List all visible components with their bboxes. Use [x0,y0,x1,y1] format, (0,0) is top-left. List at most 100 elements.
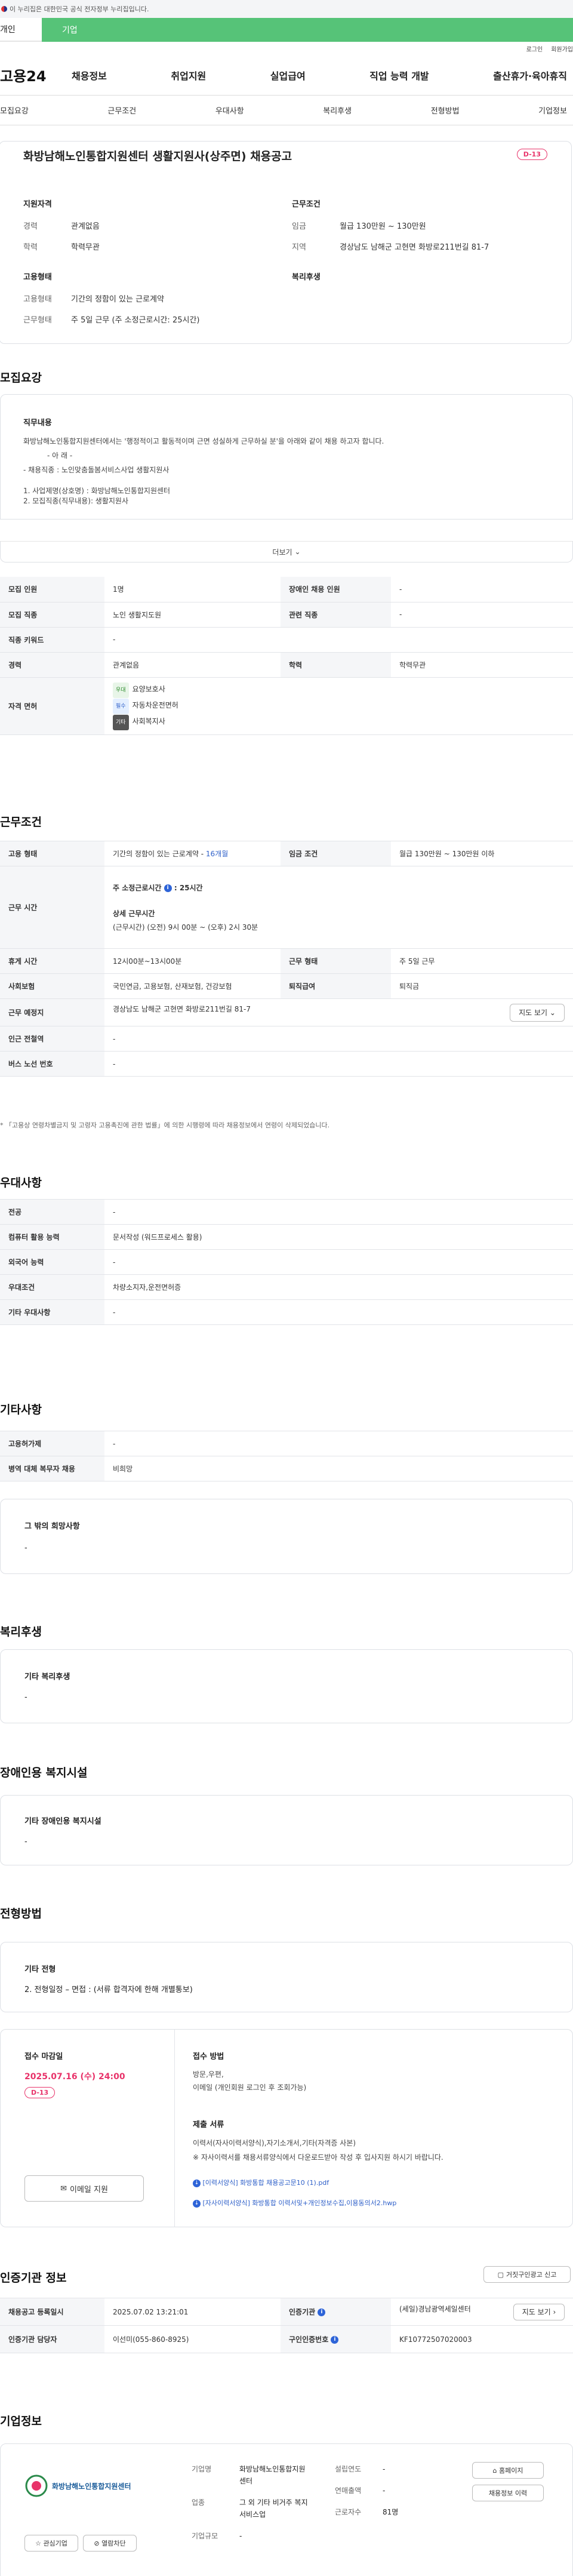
box-title: 기타 장애인용 복지시설 [24,1817,101,1826]
cell-value: 퇴직금 [391,973,573,999]
box-value: - [24,1693,27,1702]
info-icon[interactable]: i [331,2336,339,2344]
work-heading: 근무조건 [0,816,42,829]
deadline-value: 2025.07.16 (수) 24:00 [24,2072,125,2082]
join-link[interactable]: 회원가입 [551,44,573,53]
file-link[interactable]: ↓ [이력서양식] 화방통합 채용공고문10 (1).pdf [193,2173,396,2193]
cell-key: 직종 키워드 [0,627,104,653]
emp-title: 고용형태 [23,273,52,282]
more-button[interactable]: 더보기 ⌄ [0,541,573,562]
login-link[interactable]: 로그인 [526,44,543,53]
chevron-down-icon: ⌄ [549,1008,556,1017]
cond-key: 지역 [292,243,306,252]
cell-value: - [104,627,573,653]
tab-personal[interactable]: 개인 [0,18,42,42]
company-heading: 기업정보 [0,2415,42,2428]
select-box: 기타 전형 2. 전형일정 – 면접 : (서류 합격자에 한해 개별통보) [0,1942,573,2012]
site-logo[interactable]: 고용24 [0,64,72,85]
map-label: 지도 보기 [522,2308,551,2316]
cell-key: 모집 인원 [0,577,104,602]
cell-value: - [391,602,573,628]
homepage-button[interactable]: ⌂ 홈페이지 [472,2462,544,2479]
type-text: 기간의 정함이 있는 근로계약 - [113,850,206,858]
benefit-box: 기타 복리후생 - [0,1649,573,1723]
dday-badge: D-13 [516,149,547,160]
block-label: 열람차단 [101,2540,126,2547]
license-name: 자동차운전면허 [132,700,178,709]
cell-key: 우대조건 [0,1274,104,1300]
map-label: 지도 보기 [519,1009,548,1017]
license-list: 우대 요양보호사 필수 자동차운전면허 기타 사회복지사 [104,677,573,735]
cell-key: 사회보험 [0,973,104,999]
disab-heading: 장애인용 복지시설 [0,1766,88,1779]
gnb-item-leave[interactable]: 출산휴가·육아휴직 [493,68,567,82]
company-value: - [383,2465,386,2473]
tab-select[interactable]: 전형방법 [431,104,460,116]
emp-value: 기간의 정함이 있는 근로계약 [71,295,164,304]
report-button[interactable]: ▢ 거짓구인광고 신고 [483,2266,571,2283]
section-tabs: 모집요강 근무조건 우대사항 복리후생 전형방법 기업정보 [0,96,573,125]
map-button[interactable]: 지도 보기 › [513,2303,565,2320]
map-button[interactable]: 지도 보기 ⌄ [510,1003,565,1022]
cell-key: 학력 [281,652,391,678]
week-hours-label: 주 소정근로시간 [113,884,162,892]
age-note: * 「고용상 연령차별금지 및 고령자 고용촉진에 관한 법률」에 의한 시행령… [0,1121,330,1129]
pref-table: 전공 - 컴퓨터 활용 능력 문서작성 (워드프로세스 활용) 외국어 능력 - 우대… [0,1199,573,1325]
cell-value: 비희망 [104,1456,573,1481]
company-key: 업종 [192,2498,205,2507]
more-label: 더보기 [272,548,292,557]
tab-work[interactable]: 근무조건 [107,104,136,116]
cell-key: 버스 노선 번호 [0,1051,104,1077]
cell-key: 기타 우대사항 [0,1299,104,1325]
cell-value: 12시00분~13시00분 [104,948,281,974]
cell-value: (세일)경남광역세일센터 지도 보기 › [391,2298,573,2326]
org-key: 인증기관 [289,2308,316,2316]
cell-value: 관계없음 [104,652,281,678]
mail-icon: ✉ [60,2184,67,2193]
interest-label: 관심기업 [43,2540,67,2547]
pref-heading: 우대사항 [0,1176,42,1189]
box-value: - [24,1837,27,1846]
tab-benefit[interactable]: 복리후생 [323,104,352,116]
work-table: 고용 형태 기간의 정함이 있는 근로계약 - 16개월 임금 조건 월급 130만원… [0,841,573,1077]
emp-key: 근무형태 [23,316,52,325]
tab-pref[interactable]: 우대사항 [215,104,244,116]
box-value: - [24,1544,27,1553]
gnb-item-support[interactable]: 취업지원 [171,68,206,82]
cell-value: KF10772507020003 [391,2325,573,2353]
gnb-item-training[interactable]: 직업 능력 개발 [369,68,429,82]
week-hours-value: : 25시간 [174,884,203,892]
customer-tabs: 개인 기업 [0,18,573,42]
emp-key: 고용형태 [23,295,52,304]
block-icon: ⊘ [94,2539,100,2547]
download-icon: ↓ [193,2179,201,2187]
cell-key: 전공 [0,1199,104,1225]
block-button[interactable]: ⊘ 열람차단 [83,2535,137,2552]
cell-value: - [104,1051,573,1077]
qual-title: 지원자격 [23,200,52,209]
cell-value: - [104,1249,573,1275]
cond-value: 경상남도 남해군 고현면 화방로211번길 81-7 [340,243,489,252]
company-logo: 화방남해노인통합지원센터 [24,2462,144,2510]
tab-company[interactable]: 기업 [42,18,573,42]
interest-button[interactable]: ☆ 관심기업 [24,2535,78,2552]
history-button[interactable]: 채용정보 이력 [472,2485,544,2501]
cell-key: 인근 전철역 [0,1026,104,1052]
license-name: 요양보호사 [132,684,165,693]
file-link[interactable]: ↓ [자사이력서양식] 화방통합 이력서및+개인정보수집,이용동의서2.hwp [193,2193,396,2214]
detail-title: 상세 근무시간 [113,909,155,918]
gnb-item-unemployment[interactable]: 실업급여 [270,68,306,82]
email-apply-button[interactable]: ✉ 이메일 지원 [24,2175,144,2202]
gnb-item-jobs[interactable]: 채용정보 [72,68,107,82]
tab-recruit[interactable]: 모집요강 [0,104,29,116]
etc-heading: 기타사항 [0,1403,42,1416]
company-key: 기업규모 [192,2532,218,2540]
qual-key: 학력 [23,243,38,252]
info-icon[interactable]: i [164,884,172,892]
cell-key: 임금 조건 [281,841,391,866]
cell-value: 기간의 정함이 있는 근로계약 - 16개월 [104,841,281,866]
info-icon[interactable]: i [318,2308,326,2316]
tab-company[interactable]: 기업정보 [538,104,567,116]
cell-key: 경력 [0,652,104,678]
cell-value: 1명 [104,577,281,602]
